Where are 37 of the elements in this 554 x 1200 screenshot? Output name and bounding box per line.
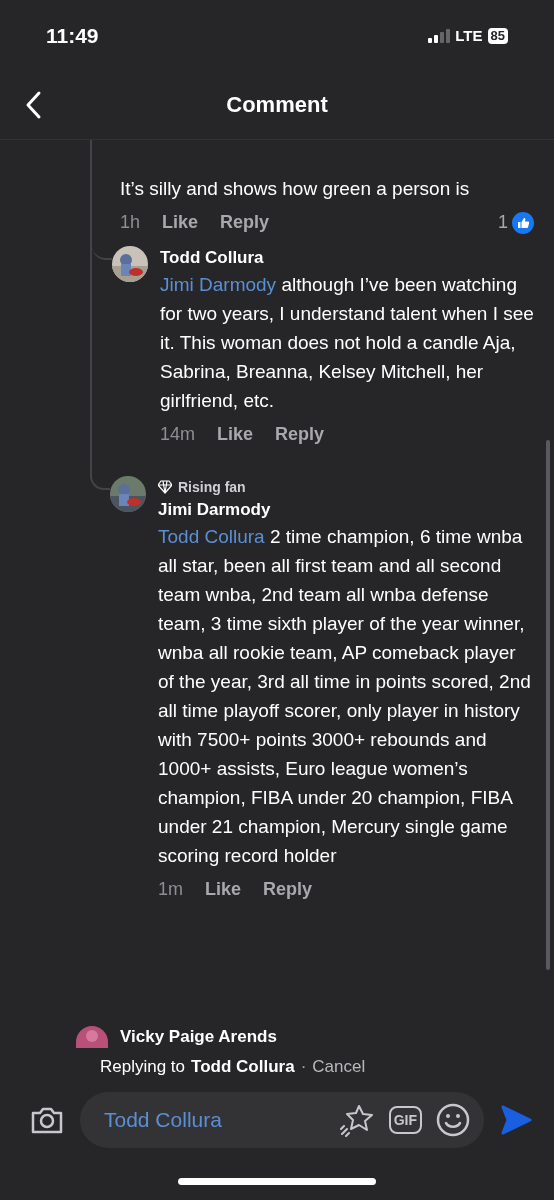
back-button[interactable] <box>24 90 42 120</box>
input-value: Todd Collura <box>104 1106 223 1133</box>
author-name: Vicky Paige Arends <box>120 1026 277 1048</box>
reply-button[interactable]: Reply <box>275 421 325 448</box>
timestamp: 14m <box>160 423 195 446</box>
signal-icon <box>428 29 451 43</box>
cancel-button[interactable]: Cancel <box>312 1054 366 1080</box>
emoji-icon[interactable] <box>436 1102 470 1137</box>
comment-text: Jimi Darmody although I’ve been watching for two years, I understand talent when I see it. This woman does not hold a candle Aja, Sabrina, Breanna, Kelsey Mitchell, her girlfriend, etc. <box>160 273 535 413</box>
author-name: Todd Collura <box>160 247 265 269</box>
replying-label: Replying to <box>100 1056 186 1078</box>
timestamp: 1m <box>158 878 183 901</box>
like-button[interactable]: Like <box>162 209 199 236</box>
mention-link[interactable]: Todd Collura <box>158 526 265 547</box>
battery-indicator: 85 <box>487 28 508 44</box>
comment-input[interactable]: Todd Collura GIF <box>80 1091 484 1148</box>
separator-dot: · <box>300 1056 307 1078</box>
like-button[interactable]: Like <box>205 876 242 903</box>
thumbs-up-icon <box>512 211 534 234</box>
badge-label: Rising fan <box>178 477 246 497</box>
network-label: LTE <box>455 25 483 46</box>
like-button[interactable]: Like <box>217 421 254 448</box>
comment-text: Todd Collura 2 time champion, 6 time wnba all star, been all first team and all second team wnba, 2nd team all wnba defense team, 3 time sixth player of the year winner, wnba all rookie team, AP comeback player of the year, 3rd all time in points scored, 2nd all time playoff scorer, only player in history with 7500+ points 3000+ rebounds and 1000+ assists, Euro league women’s champion, FIBA under 20 champion, FIBA under 21 champion, Mercury single game scoring record holder <box>158 525 532 868</box>
timestamp: 1h <box>120 211 141 234</box>
reply-button[interactable]: Reply <box>220 209 270 236</box>
diamond-icon <box>158 480 172 494</box>
page-title: Comment <box>226 91 328 119</box>
author-name: Jimi Darmody <box>158 499 272 521</box>
sparkle-star-icon[interactable] <box>338 1102 375 1137</box>
comment-text: It’s silly and shows how green a person is <box>120 177 471 201</box>
send-icon[interactable] <box>500 1103 532 1136</box>
clock: 11:49 <box>46 23 99 50</box>
mention-link[interactable]: Jimi Darmody <box>160 274 277 295</box>
reaction-count: 1 <box>498 211 508 234</box>
gif-button[interactable]: GIF <box>388 1105 422 1134</box>
reply-button[interactable]: Reply <box>263 876 313 903</box>
replying-name: Todd Collura <box>191 1056 295 1078</box>
